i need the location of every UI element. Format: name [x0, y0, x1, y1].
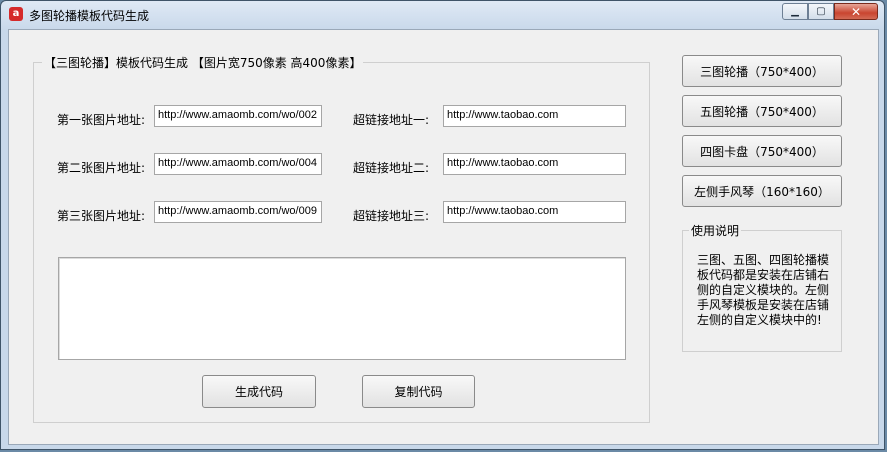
app-icon: a: [9, 7, 23, 21]
title-bar[interactable]: a 多图轮播模板代码生成 ▁ ▢ ✕: [1, 1, 884, 27]
link2-label: 超链接地址二:: [353, 161, 430, 175]
copy-code-button[interactable]: 复制代码: [362, 375, 475, 408]
window-title: 多图轮播模板代码生成: [29, 9, 150, 23]
image2-url-input[interactable]: http://www.amaomb.com/wo/004: [154, 153, 322, 175]
client-area: 【三图轮播】模板代码生成 【图片宽750像素 高400像素】 第一张图片地址: …: [8, 29, 879, 445]
image3-label: 第三张图片地址:: [57, 209, 146, 223]
generator-groupbox: 【三图轮播】模板代码生成 【图片宽750像素 高400像素】 第一张图片地址: …: [33, 54, 650, 423]
window-controls: ▁ ▢ ✕: [782, 3, 878, 20]
image1-url-input[interactable]: http://www.amaomb.com/wo/002: [154, 105, 322, 127]
link3-url-input[interactable]: http://www.taobao.com: [443, 201, 626, 223]
help-text: 三图、五图、四图轮播模板代码都是安装在店铺右侧的自定义模块的。左侧手风琴模板是安…: [697, 253, 830, 327]
minimize-button[interactable]: ▁: [782, 3, 808, 20]
template-four-carousel-button[interactable]: 四图卡盘（750*400）: [682, 135, 842, 167]
link3-label: 超链接地址三:: [353, 209, 430, 223]
image3-url-input[interactable]: http://www.amaomb.com/wo/009: [154, 201, 322, 223]
app-window: a 多图轮播模板代码生成 ▁ ▢ ✕ 【三图轮播】模板代码生成 【图片宽750像…: [0, 0, 885, 450]
help-groupbox: 使用说明 三图、五图、四图轮播模板代码都是安装在店铺右侧的自定义模块的。左侧手风…: [682, 222, 842, 352]
template-three-slide-button[interactable]: 三图轮播（750*400）: [682, 55, 842, 87]
link1-label: 超链接地址一:: [353, 113, 430, 127]
link1-url-input[interactable]: http://www.taobao.com: [443, 105, 626, 127]
image1-label: 第一张图片地址:: [57, 113, 146, 127]
template-left-accordion-button[interactable]: 左侧手风琴（160*160）: [682, 175, 842, 207]
generator-group-title: 【三图轮播】模板代码生成 【图片宽750像素 高400像素】: [42, 54, 364, 71]
code-output-textarea[interactable]: [58, 257, 626, 360]
generate-code-button[interactable]: 生成代码: [202, 375, 316, 408]
template-five-slide-button[interactable]: 五图轮播（750*400）: [682, 95, 842, 127]
help-group-title: 使用说明: [689, 222, 742, 239]
image2-label: 第二张图片地址:: [57, 161, 146, 175]
link2-url-input[interactable]: http://www.taobao.com: [443, 153, 626, 175]
close-button[interactable]: ✕: [834, 3, 878, 20]
maximize-button[interactable]: ▢: [808, 3, 834, 20]
